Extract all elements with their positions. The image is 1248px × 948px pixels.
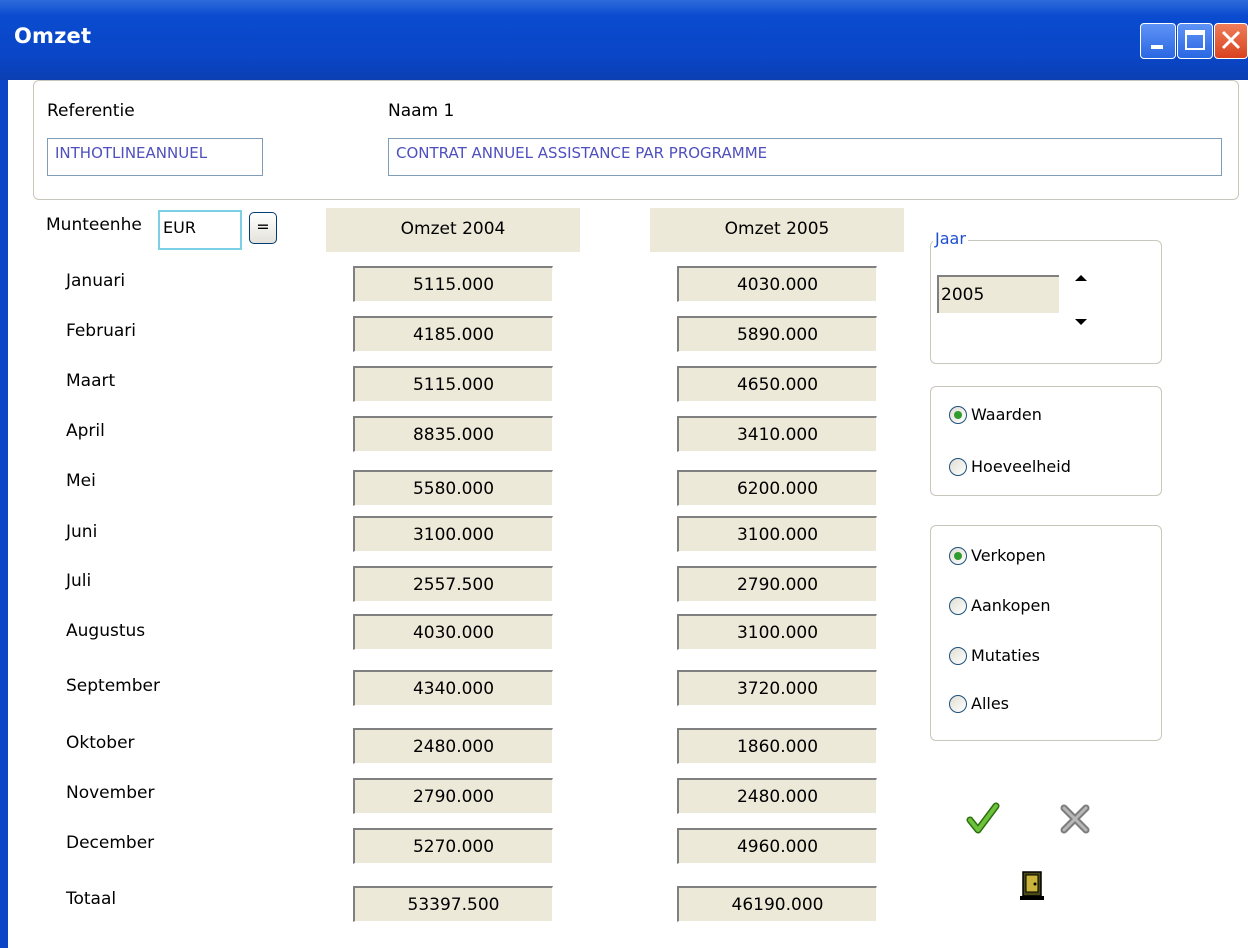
radio-aankopen-label: Aankopen (971, 596, 1051, 615)
radio-hoeveelheid-label: Hoeveelheid (971, 457, 1071, 476)
radio-verkopen-label: Verkopen (971, 546, 1046, 565)
window-title: Omzet (14, 24, 92, 48)
omzet-2004-maart: 5115.000 (353, 366, 553, 402)
omzet-2005-maart: 4650.000 (677, 366, 877, 402)
month-label-augustus: Augustus (66, 621, 146, 641)
omzet-2005-juni: 3100.000 (677, 516, 877, 552)
omzet-2005-september: 3720.000 (677, 670, 877, 706)
omzet-2004-december: 5270.000 (353, 828, 553, 864)
minimize-icon (1151, 45, 1163, 49)
omzet-2005-juli: 2790.000 (677, 566, 877, 602)
minimize-button[interactable] (1140, 23, 1176, 59)
omzet-2004-header: Omzet 2004 (326, 208, 580, 252)
radio-aankopen-indicator[interactable] (949, 597, 967, 615)
naam-field[interactable]: CONTRAT ANNUEL ASSISTANCE PAR PROGRAMME (388, 138, 1222, 176)
door-icon[interactable] (1019, 870, 1047, 902)
naam-label: Naam 1 (388, 101, 455, 121)
maximize-icon (1185, 30, 1205, 50)
year-input[interactable]: 2005 (937, 275, 1059, 313)
referentie-label: Referentie (47, 101, 135, 121)
close-icon (1221, 30, 1241, 50)
omzet-2004-juni: 3100.000 (353, 516, 553, 552)
window-client-area: Referentie Naam 1 INTHOTLINEANNUEL CONTR… (8, 80, 1248, 948)
radio-hoeveelheid-indicator[interactable] (949, 458, 967, 476)
total-label: Totaal (66, 889, 117, 909)
omzet-2005-header: Omzet 2005 (650, 208, 904, 252)
currency-input[interactable]: EUR (158, 210, 242, 250)
omzet-2005-mei: 6200.000 (677, 470, 877, 506)
omzet-2004-mei: 5580.000 (353, 470, 553, 506)
x-icon[interactable] (1058, 802, 1092, 836)
radio-mutaties-indicator[interactable] (949, 647, 967, 665)
omzet-2004-januari: 5115.000 (353, 266, 553, 302)
omzet-2005-augustus: 3100.000 (677, 614, 877, 650)
window-frame-left (0, 80, 8, 948)
month-label-juli: Juli (66, 571, 92, 591)
omzet-2005-februari: 5890.000 (677, 316, 877, 352)
omzet-2005-oktober: 1860.000 (677, 728, 877, 764)
omzet-2005-april: 3410.000 (677, 416, 877, 452)
month-label-november: November (66, 783, 155, 803)
omzet-2005-november: 2480.000 (677, 778, 877, 814)
omzet-2004-juli: 2557.500 (353, 566, 553, 602)
omzet-2004-total: 53397.500 (353, 886, 553, 922)
close-button[interactable] (1214, 23, 1248, 59)
month-label-april: April (66, 421, 105, 441)
omzet-2004-september: 4340.000 (353, 670, 553, 706)
omzet-2004-oktober: 2480.000 (353, 728, 553, 764)
omzet-2004-augustus: 4030.000 (353, 614, 553, 650)
currency-label: Munteenhe (46, 215, 142, 235)
month-label-juni: Juni (66, 522, 98, 542)
radio-verkopen-indicator[interactable] (949, 547, 967, 565)
omzet-2005-januari: 4030.000 (677, 266, 877, 302)
radio-waarden-indicator[interactable] (949, 406, 967, 424)
omzet-2004-november: 2790.000 (353, 778, 553, 814)
radio-alles-label: Alles (971, 694, 1010, 713)
omzet-2004-april: 8835.000 (353, 416, 553, 452)
month-label-september: September (66, 676, 160, 696)
year-up-arrow-icon[interactable] (1071, 271, 1091, 287)
month-label-december: December (66, 833, 155, 853)
referentie-field[interactable]: INTHOTLINEANNUEL (47, 138, 263, 176)
month-label-mei: Mei (66, 471, 96, 491)
omzet-2005-december: 4960.000 (677, 828, 877, 864)
title-bar: Omzet (0, 0, 1248, 80)
omzet-2004-februari: 4185.000 (353, 316, 553, 352)
year-legend: Jaar (933, 229, 968, 248)
month-label-januari: Januari (66, 271, 126, 291)
currency-lookup-button[interactable]: = (249, 212, 277, 244)
checkmark-icon[interactable] (966, 802, 1000, 836)
omzet-2005-total: 46190.000 (677, 886, 877, 922)
month-label-maart: Maart (66, 371, 116, 391)
year-down-arrow-icon[interactable] (1071, 313, 1091, 329)
transaction-type-group: Verkopen Aankopen Mutaties Alles (930, 525, 1162, 741)
maximize-button[interactable] (1177, 23, 1213, 59)
month-label-februari: Februari (66, 321, 136, 341)
article-header-group: Referentie Naam 1 INTHOTLINEANNUEL CONTR… (33, 80, 1239, 200)
radio-waarden-label: Waarden (971, 405, 1042, 424)
value-type-group: Waarden Hoeveelheid (930, 386, 1162, 496)
month-label-oktober: Oktober (66, 733, 135, 753)
radio-alles-indicator[interactable] (949, 695, 967, 713)
radio-mutaties-label: Mutaties (971, 646, 1040, 665)
year-group: Jaar 2005 (930, 229, 1162, 364)
